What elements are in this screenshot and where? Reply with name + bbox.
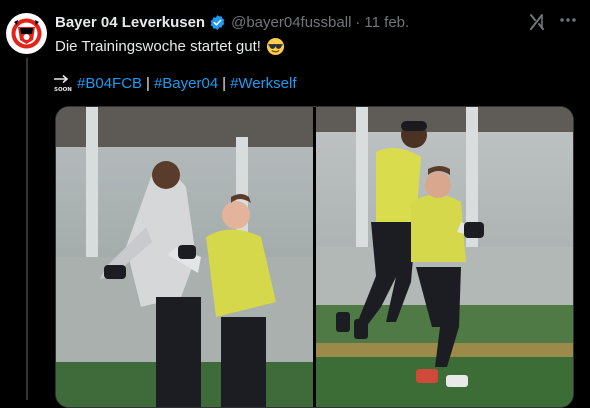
hashtag-separator: | <box>222 74 227 92</box>
svg-text:SOON: SOON <box>54 87 72 92</box>
author-handle[interactable]: @bayer04fussball <box>231 14 351 31</box>
hashtag-separator: | <box>146 74 150 92</box>
tweet-text: Die Trainingswoche startet gut! <box>55 37 285 56</box>
sunglasses-emoji-icon <box>266 37 285 56</box>
tweet-text-content: Die Trainingswoche startet gut! <box>55 38 261 55</box>
bayer-logo <box>6 13 47 54</box>
grok-icon[interactable] <box>527 12 547 32</box>
separator-dot: · <box>355 13 361 31</box>
hashtag-line: SOON #B04FCB | #Bayer04 | #Werkself <box>53 74 297 93</box>
more-options-icon[interactable] <box>557 9 579 31</box>
hashtag-b04fcb[interactable]: #B04FCB <box>77 75 142 92</box>
thread-line <box>26 58 28 400</box>
verified-badge-icon <box>209 14 226 31</box>
training-photo-2[interactable] <box>316 107 573 407</box>
media-grid <box>55 106 574 408</box>
avatar[interactable] <box>6 13 47 54</box>
tweet-date[interactable]: 11 feb. <box>364 14 409 31</box>
hashtag-bayer04[interactable]: #Bayer04 <box>154 75 218 92</box>
soon-arrow-icon: SOON <box>53 74 73 93</box>
hashtag-werkself[interactable]: #Werkself <box>230 75 296 92</box>
tweet-header: Bayer 04 Leverkusen @bayer04fussball · 1… <box>55 12 409 32</box>
author-name[interactable]: Bayer 04 Leverkusen <box>55 14 205 31</box>
training-photo-1[interactable] <box>56 107 313 407</box>
